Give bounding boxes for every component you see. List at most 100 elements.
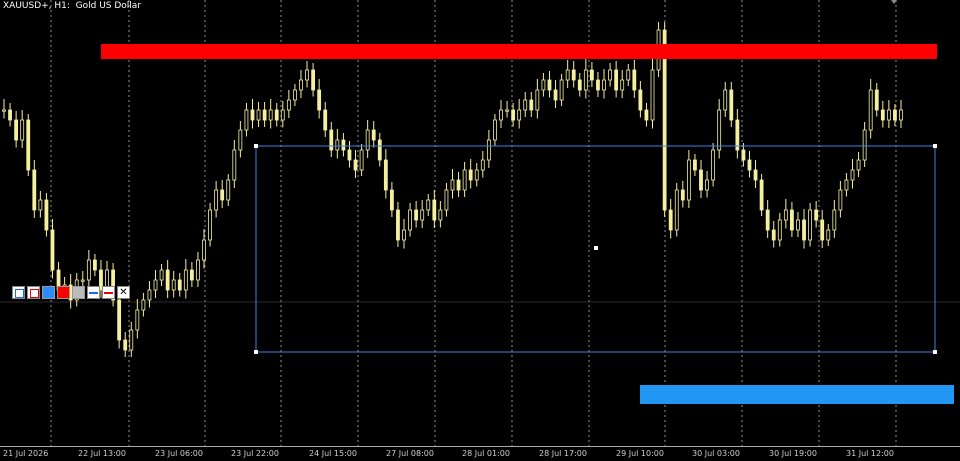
candle-body: [286, 99, 291, 111]
candle-body: [238, 129, 243, 151]
range-box-handle: [254, 350, 258, 354]
candle-body: [347, 149, 352, 161]
candle-body: [462, 169, 467, 191]
candle-body: [262, 109, 267, 121]
candle-body: [50, 229, 55, 271]
candle-body: [893, 109, 897, 121]
time-axis[interactable]: 21 Jul 2026 22 Jul 13:00 23 Jul 06:00 23…: [0, 446, 960, 461]
time-tick-label: 30 Jul 03:00: [692, 449, 740, 458]
time-tick-label: 23 Jul 22:00: [231, 449, 279, 458]
filled-rect-red-icon[interactable]: [57, 286, 70, 299]
candle-body: [2, 109, 6, 112]
candle-body: [244, 109, 249, 131]
candle-body: [783, 209, 788, 221]
candle-body: [850, 169, 855, 181]
candle-body: [511, 109, 516, 121]
candle-body: [299, 79, 303, 91]
line-red-icon[interactable]: [102, 286, 115, 299]
candle-body: [396, 209, 400, 241]
line-blue-icon[interactable]: [87, 286, 100, 299]
time-tick-label: 27 Jul 08:00: [386, 449, 434, 458]
candle-body: [668, 209, 673, 231]
filled-rect-gray-icon[interactable]: [72, 286, 85, 299]
chart-canvas[interactable]: [0, 0, 960, 446]
candle-body: [874, 89, 879, 111]
candle-body: [717, 109, 722, 151]
candle-body: [729, 89, 734, 121]
drawing-toolbar: ✕: [12, 286, 130, 300]
candle-body: [577, 79, 582, 91]
time-tick-label: 23 Jul 06:00: [155, 449, 203, 458]
candle-body: [353, 159, 358, 171]
candle-body: [741, 149, 746, 161]
candle-body: [220, 189, 225, 201]
candle-body: [444, 189, 449, 211]
candle-body: [583, 69, 588, 91]
candle-body: [329, 129, 334, 151]
candle-body: [693, 159, 697, 171]
candle-body: [856, 159, 861, 171]
candle-body: [129, 329, 134, 351]
candle-body: [638, 89, 643, 111]
candle-body: [44, 199, 49, 231]
candle-body: [365, 129, 370, 151]
hollow-rect-red-icon[interactable]: [27, 286, 40, 299]
candle-body: [323, 109, 328, 131]
candle-body: [202, 239, 206, 261]
candle-body: [765, 209, 770, 231]
range-box-handle: [933, 144, 937, 148]
candle-body: [814, 209, 819, 221]
candle-body: [311, 69, 316, 91]
candle-body: [117, 299, 122, 341]
close-icon[interactable]: ✕: [117, 286, 130, 299]
candle-body: [777, 219, 782, 241]
candle-body: [32, 169, 37, 211]
filled-rect-blue-icon[interactable]: [42, 286, 55, 299]
candle-body: [832, 209, 837, 231]
hollow-rect-blue-icon[interactable]: [12, 286, 25, 299]
candle-body: [565, 69, 570, 81]
candle-body: [705, 179, 709, 191]
candle-body: [614, 69, 619, 91]
candle-body: [844, 179, 849, 191]
candle-body: [20, 119, 25, 141]
time-tick-label: 21 Jul 2026: [3, 449, 49, 458]
candle-body: [723, 89, 728, 111]
candle-body: [868, 89, 873, 131]
candle-body: [432, 199, 437, 221]
time-tick-label: 22 Jul 13:00: [78, 449, 126, 458]
candle-body: [880, 109, 885, 121]
candle-body: [26, 119, 31, 171]
candle-body: [86, 259, 91, 281]
candle-body: [14, 119, 19, 141]
candle-body: [232, 149, 237, 181]
candle-body: [250, 109, 255, 121]
candle-body: [153, 279, 158, 291]
candle-body: [620, 79, 625, 91]
candle-body: [899, 109, 903, 121]
candle-body: [486, 139, 491, 161]
candle-body: [341, 139, 346, 151]
candle-body: [650, 69, 655, 121]
time-tick-label: 24 Jul 15:00: [309, 449, 357, 458]
candle-body: [771, 229, 776, 241]
candle-body: [208, 209, 212, 241]
candle-body: [559, 79, 564, 101]
time-tick-label: 28 Jul 17:00: [539, 449, 587, 458]
candle-body: [183, 269, 188, 291]
range-box-center-handle: [594, 246, 598, 250]
candle-body: [571, 69, 576, 81]
time-tick-label: 28 Jul 01:00: [462, 449, 510, 458]
candle-body: [820, 219, 825, 241]
candle-body: [177, 279, 182, 291]
chart-shift-icon[interactable]: [891, 0, 897, 4]
candle-body: [686, 159, 691, 201]
candle-body: [389, 189, 394, 211]
price-chart[interactable]: [0, 0, 960, 446]
candle-body: [505, 109, 509, 112]
time-tick-label: 29 Jul 10:00: [616, 449, 664, 458]
candle-body: [402, 229, 406, 241]
candle-body: [93, 259, 97, 271]
candle-body: [541, 79, 546, 91]
candle-body: [632, 69, 637, 91]
